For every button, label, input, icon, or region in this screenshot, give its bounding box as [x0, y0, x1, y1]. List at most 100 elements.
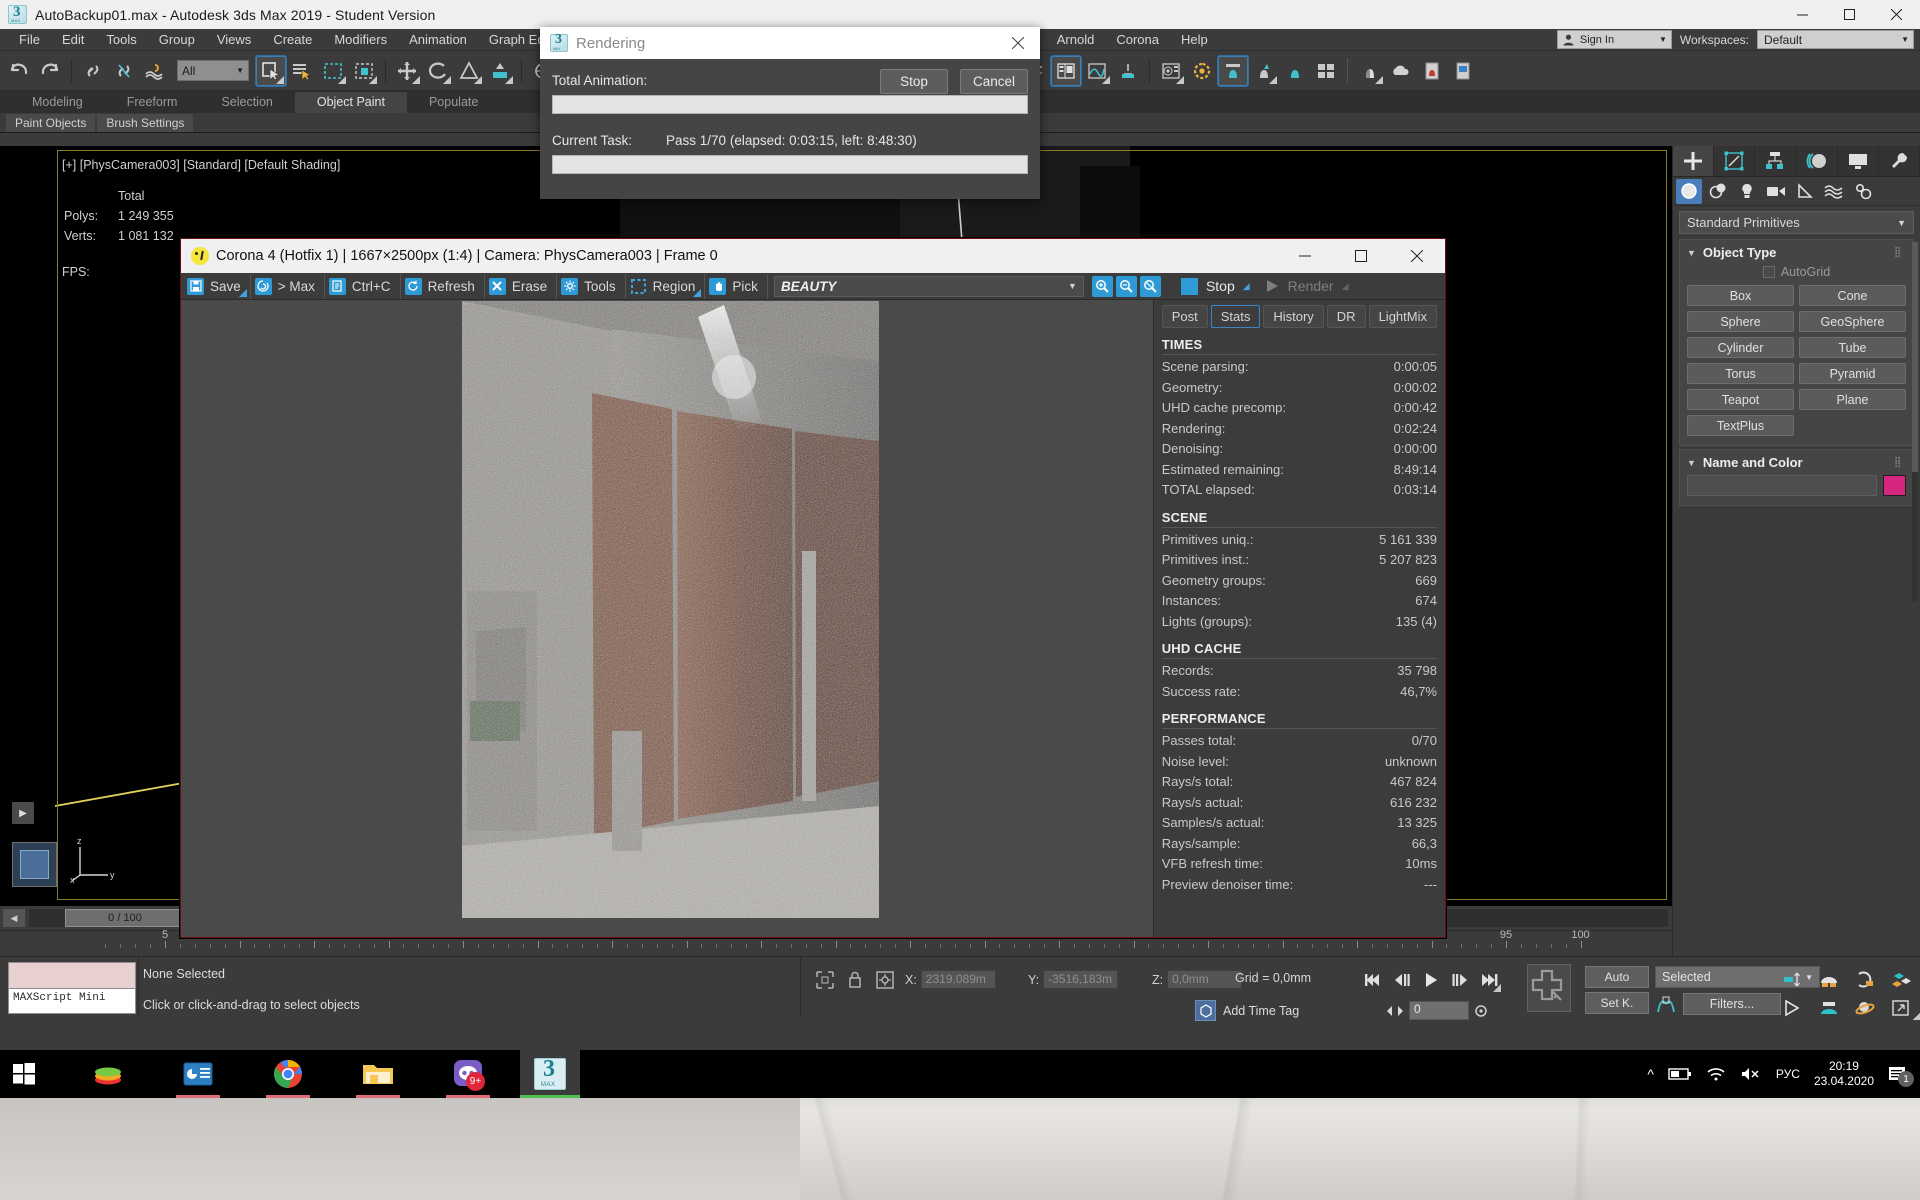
geometry-category-icon[interactable]: [1676, 178, 1702, 204]
set-key-toggle-button[interactable]: Set K.: [1585, 992, 1649, 1014]
key-tangent-icon[interactable]: [1655, 993, 1677, 1015]
current-frame-input[interactable]: 0: [1409, 1001, 1469, 1020]
vfb-tab-stats[interactable]: Stats: [1210, 305, 1261, 328]
create-torus-button[interactable]: Torus: [1687, 363, 1794, 384]
maximize-button[interactable]: [1826, 0, 1873, 29]
language-indicator[interactable]: РУС: [1776, 1067, 1800, 1081]
ribbon-tab-modeling[interactable]: Modeling: [10, 92, 105, 113]
selection-filter-dropdown[interactable]: All ▼: [177, 60, 249, 81]
chrome-icon[interactable]: [258, 1050, 318, 1098]
create-teapot-button[interactable]: Teapot: [1687, 389, 1794, 410]
render-iterative-button[interactable]: [1280, 56, 1310, 86]
zoom-out-icon[interactable]: [1115, 275, 1137, 297]
auto-key-button[interactable]: Auto: [1585, 966, 1649, 988]
menu-item-arnold[interactable]: Arnold: [1046, 30, 1106, 50]
rendered-frame-window-button[interactable]: [1217, 54, 1249, 87]
cameras-category-icon[interactable]: [1763, 179, 1789, 204]
play-animation-button[interactable]: [1418, 967, 1444, 993]
viewport-label[interactable]: [+] [PhysCamera003] [Standard] [Default …: [62, 158, 340, 172]
open-asset-tracking-button[interactable]: [1355, 56, 1385, 86]
select-and-place-button[interactable]: [485, 56, 515, 86]
vfb-tools-button[interactable]: Tools: [557, 273, 626, 299]
minimize-button[interactable]: [1779, 0, 1826, 29]
object-type-header[interactable]: ▼ Object Type ⣿: [1687, 245, 1906, 260]
menu-item-group[interactable]: Group: [148, 30, 206, 50]
bind-to-space-warp-button[interactable]: [140, 56, 170, 86]
ribbon-subtab-paint-objects[interactable]: Paint Objects: [6, 113, 96, 132]
space-warps-category-icon[interactable]: [1821, 179, 1847, 204]
rendered-image[interactable]: [462, 301, 879, 918]
command-panel-tab-motion[interactable]: [1797, 146, 1838, 176]
autogrid-checkbox-row[interactable]: AutoGrid: [1687, 265, 1906, 279]
create-textplus-button[interactable]: TextPlus: [1687, 415, 1794, 436]
maxscript-mini-listener[interactable]: MAXScript Mini: [8, 962, 136, 1014]
key-filters-button[interactable]: Filters...: [1683, 993, 1781, 1015]
material-editor-button[interactable]: [1156, 56, 1186, 86]
systems-category-icon[interactable]: [1850, 179, 1876, 204]
render-frame-preview-button[interactable]: [1417, 56, 1447, 86]
maximize-viewport-icon[interactable]: [1888, 967, 1914, 993]
command-panel-tab-utilities[interactable]: [1879, 146, 1920, 176]
menu-item-create[interactable]: Create: [262, 30, 323, 50]
volume-muted-icon[interactable]: [1740, 1066, 1762, 1082]
menu-item-help[interactable]: Help: [1170, 30, 1219, 50]
vfb-canvas[interactable]: [181, 300, 1153, 937]
name-and-color-header[interactable]: ▼ Name and Color ⣿: [1687, 455, 1906, 470]
start-icon[interactable]: [0, 1050, 48, 1098]
render-setup-button[interactable]: [1187, 56, 1217, 86]
battery-icon[interactable]: [1668, 1067, 1692, 1081]
select-object-button[interactable]: [255, 54, 287, 87]
create-cylinder-button[interactable]: Cylinder: [1687, 337, 1794, 358]
zoom-all-viewports-icon[interactable]: [1816, 967, 1842, 993]
add-time-tag-group[interactable]: Add Time Tag: [1195, 1000, 1299, 1021]
ribbon-tab-selection[interactable]: Selection: [199, 92, 294, 113]
wifi-icon[interactable]: [1706, 1066, 1726, 1082]
select-and-move-button[interactable]: [392, 56, 422, 86]
vfb-refresh-button[interactable]: Refresh: [401, 273, 485, 299]
unlink-selection-button[interactable]: [109, 56, 139, 86]
autogrid-checkbox[interactable]: [1762, 266, 1775, 278]
sign-in-dropdown[interactable]: Sign In ▼: [1556, 30, 1672, 49]
create-pyramid-button[interactable]: Pyramid: [1799, 363, 1906, 384]
command-panel-tab-hierarchy[interactable]: [1755, 146, 1797, 176]
zoom-viewport-icon[interactable]: [1780, 967, 1806, 993]
object-color-swatch[interactable]: [1883, 475, 1906, 496]
menu-item-tools[interactable]: Tools: [95, 30, 147, 50]
vfb-erase-button[interactable]: Erase: [485, 273, 558, 299]
go-to-start-button[interactable]: [1360, 967, 1386, 993]
select-and-rotate-button[interactable]: [423, 56, 453, 86]
zoom-extents-icon[interactable]: [1852, 967, 1878, 993]
vfb-copy-button[interactable]: Ctrl+C: [325, 273, 401, 299]
close-button[interactable]: [1873, 0, 1920, 29]
window-crossing-toggle-button[interactable]: [349, 56, 379, 86]
menu-item-modifiers[interactable]: Modifiers: [323, 30, 398, 50]
cloud-button[interactable]: [1386, 56, 1416, 86]
lights-category-icon[interactable]: [1734, 179, 1760, 204]
vfb-save-button[interactable]: Save: [183, 273, 251, 299]
command-panel-tab-create[interactable]: [1673, 146, 1715, 176]
frame-stepper-icon[interactable]: [1385, 1004, 1405, 1018]
render-region-button[interactable]: [1448, 56, 1478, 86]
vfb-tab-history[interactable]: History: [1263, 305, 1324, 328]
z-input[interactable]: 0,0mm: [1167, 970, 1243, 989]
menu-item-animation[interactable]: Animation: [398, 30, 478, 50]
next-frame-button[interactable]: [1447, 967, 1473, 993]
y-input[interactable]: -3516,183m: [1043, 970, 1119, 989]
helpers-category-icon[interactable]: [1792, 179, 1818, 204]
ribbon-tab-freeform[interactable]: Freeform: [105, 92, 200, 113]
key-mode-icon[interactable]: [1473, 1003, 1489, 1019]
curve-editor-button[interactable]: [1082, 56, 1112, 86]
rectangular-selection-region-button[interactable]: [318, 56, 348, 86]
create-cone-button[interactable]: Cone: [1799, 285, 1906, 306]
previous-frame-button[interactable]: [1389, 967, 1415, 993]
ribbon-tab-object-paint[interactable]: Object Paint: [294, 92, 407, 113]
menu-item-views[interactable]: Views: [206, 30, 262, 50]
select-and-scale-button[interactable]: [454, 56, 484, 86]
command-panel-tab-modify[interactable]: [1714, 146, 1756, 176]
object-name-input[interactable]: [1687, 475, 1877, 496]
absolute-transform-icon[interactable]: [875, 970, 895, 990]
lock-selection-icon[interactable]: [847, 970, 863, 990]
render-production-button[interactable]: [1249, 56, 1279, 86]
time-slider-left-button[interactable]: ◀: [3, 909, 25, 927]
create-tube-button[interactable]: Tube: [1799, 337, 1906, 358]
